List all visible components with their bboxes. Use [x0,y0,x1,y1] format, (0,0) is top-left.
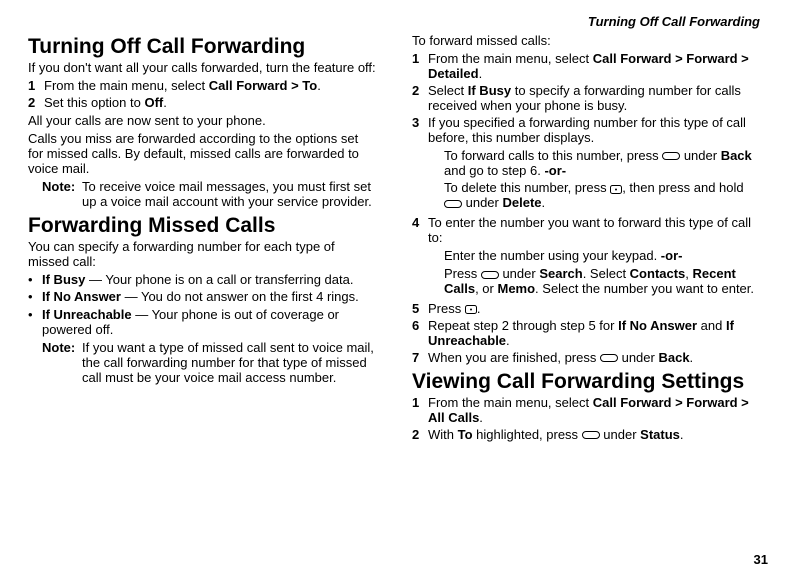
left-column: Turning Off Call Forwarding If you don't… [28,31,376,446]
step-number: 2 [412,428,428,443]
step-number: 2 [28,96,44,111]
intro-b: You can specify a forwarding number for … [28,240,376,270]
step-sub: Enter the number using your keypad. -or- [444,249,760,264]
list-item: 7When you are finished, press under Back… [412,351,760,366]
step-body: Press . [428,302,760,317]
intro-a: If you don't want all your calls forward… [28,61,376,76]
step-body: From the main menu, select Call Forward … [428,52,760,82]
step-sub: To forward calls to this number, press u… [444,149,760,179]
steps-forward-missed: 1From the main menu, select Call Forward… [412,52,760,366]
step-body: When you are finished, press under Back. [428,351,760,366]
step-body: If you specified a forwarding number for… [428,116,760,215]
list-item: 2With To highlighted, press under Status… [412,428,760,443]
heading-viewing-settings: Viewing Call Forwarding Settings [412,370,760,393]
para-a2: Calls you miss are forwarded according t… [28,132,376,177]
list-item: 3If you specified a forwarding number fo… [412,116,760,215]
bullet-icon: • [28,308,42,338]
list-item: 2Select If Busy to specify a forwarding … [412,84,760,114]
list-item: 2Set this option to Off. [28,96,376,111]
step-number: 1 [412,396,428,426]
bullet-body: If No Answer — You do not answer on the … [42,290,359,305]
list-item: 1From the main menu, select Call Forward… [412,52,760,82]
step-number: 2 [412,84,428,114]
list-item: •If Unreachable — Your phone is out of c… [28,308,376,338]
list-item: 6Repeat step 2 through step 5 for If No … [412,319,760,349]
intro-right: To forward missed calls: [412,34,760,49]
step-body: Select If Busy to specify a forwarding n… [428,84,760,114]
step-number: 3 [412,116,428,215]
steps-view-settings: 1From the main menu, select Call Forward… [412,396,760,443]
para-a1: All your calls are now sent to your phon… [28,114,376,129]
step-body: Repeat step 2 through step 5 for If No A… [428,319,760,349]
missed-call-types: •If Busy — Your phone is on a call or tr… [28,273,376,339]
list-item: 1From the main menu, select Call Forward… [28,79,376,94]
bullet-body: If Unreachable — Your phone is out of co… [42,308,376,338]
note-body: If you want a type of missed call sent t… [82,341,376,386]
bullet-icon: • [28,290,42,305]
list-item: •If Busy — Your phone is on a call or tr… [28,273,376,288]
note-label: Note: [42,341,82,386]
page-number: 31 [754,552,768,567]
list-item: 1From the main menu, select Call Forward… [412,396,760,426]
step-body: Set this option to Off. [44,96,376,111]
bullet-icon: • [28,273,42,288]
step-body: From the main menu, select Call Forward … [428,396,760,426]
step-number: 1 [28,79,44,94]
page: Turning Off Call Forwarding Turning Off … [0,0,788,573]
heading-turning-off: Turning Off Call Forwarding [28,35,376,58]
list-item: •If No Answer — You do not answer on the… [28,290,376,305]
step-number: 1 [412,52,428,82]
running-head: Turning Off Call Forwarding [28,14,760,29]
note-label: Note: [42,180,82,210]
step-number: 6 [412,319,428,349]
columns: Turning Off Call Forwarding If you don't… [28,31,760,446]
step-body: To enter the number you want to forward … [428,216,760,300]
heading-forwarding-missed: Forwarding Missed Calls [28,214,376,237]
bullet-body: If Busy — Your phone is on a call or tra… [42,273,353,288]
right-column: To forward missed calls: 1From the main … [412,31,760,446]
step-number: 4 [412,216,428,300]
note-a: Note: To receive voice mail messages, yo… [42,180,376,210]
list-item: 5Press . [412,302,760,317]
list-item: 4To enter the number you want to forward… [412,216,760,300]
step-sub: Press under Search. Select Contacts, Rec… [444,267,760,297]
step-body: With To highlighted, press under Status. [428,428,760,443]
steps-turn-off: 1From the main menu, select Call Forward… [28,79,376,111]
step-number: 7 [412,351,428,366]
step-sub: To delete this number, press , then pres… [444,181,760,211]
note-b: Note: If you want a type of missed call … [42,341,376,386]
step-number: 5 [412,302,428,317]
step-body: From the main menu, select Call Forward … [44,79,376,94]
note-body: To receive voice mail messages, you must… [82,180,376,210]
